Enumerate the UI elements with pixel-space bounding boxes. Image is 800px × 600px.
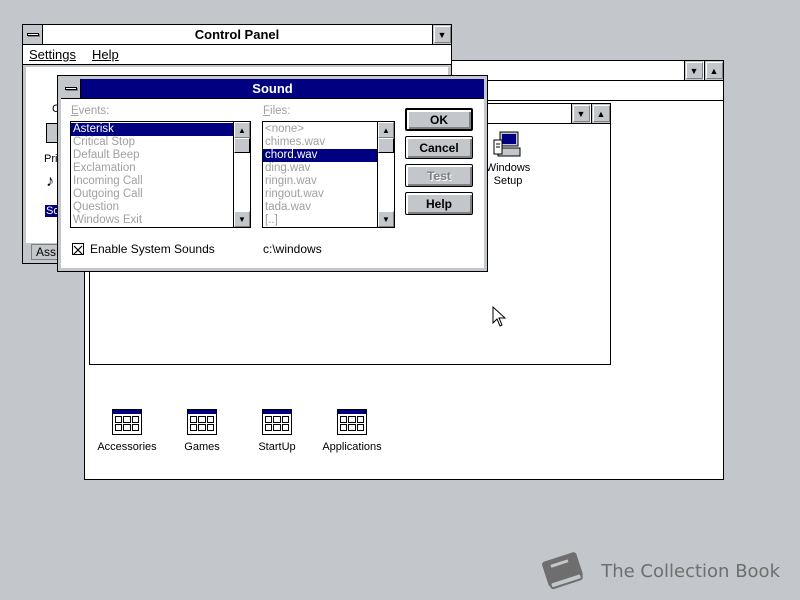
main-group-minimize-button[interactable]: ▼ [571,104,590,123]
status-text-partial: Ass [36,245,57,259]
files-list-item[interactable]: ringin.wav [263,175,377,188]
windows-setup-label: Windows Setup [485,162,531,187]
games-group-label[interactable]: Games [168,441,236,453]
cancel-button[interactable]: Cancel [405,136,473,159]
menu-help[interactable]: Help [92,47,119,62]
files-listbox[interactable]: <none> chimes.wav chord.wav ding.wav ringin.… [262,121,395,228]
minimize-button[interactable]: ▼ [684,61,703,80]
events-list-item[interactable]: Exclamation [71,162,233,175]
accessories-group-label[interactable]: Accessories [93,441,161,453]
files-list-item[interactable]: ringout.wav [263,188,377,201]
menu-settings[interactable]: Settings [29,47,76,62]
enable-sounds-checkbox[interactable] [72,243,84,255]
files-list-item[interactable]: ding.wav [263,162,377,175]
events-list-item[interactable]: Asterisk [71,123,233,136]
events-list-item[interactable]: Incoming Call [71,175,233,188]
events-scroll-thumb[interactable] [234,138,250,153]
events-scroll-down-button[interactable]: ▼ [234,211,250,227]
events-list-item[interactable]: Question [71,201,233,214]
ok-button[interactable]: OK [405,108,473,131]
applications-group-label[interactable]: Applications [318,441,386,453]
main-group-maximize-button[interactable]: ▲ [591,104,610,123]
mouse-cursor-icon [492,305,508,331]
accessories-group-icon[interactable] [112,409,142,435]
applications-group-icon[interactable] [337,409,367,435]
events-listbox[interactable]: Asterisk Critical Stop Default Beep Exclama… [70,121,251,228]
events-scroll-up-button[interactable]: ▲ [234,122,250,138]
sound-path-text: c:\windows [263,242,322,256]
control-panel-titlebar[interactable]: Control Panel ▼ [23,25,451,45]
files-scroll-down-button[interactable]: ▼ [378,211,394,227]
events-list-item[interactable]: Default Beep [71,149,233,162]
test-button[interactable]: Test [405,164,473,187]
enable-sounds-label[interactable]: Enable System Sounds [90,242,215,256]
windows-setup-icon[interactable] [492,130,524,162]
files-scroll-up-button[interactable]: ▲ [378,122,394,138]
sound-dialog-title: Sound [252,81,293,96]
events-label: Events: [71,105,110,117]
sound-dialog: Sound Events: Asterisk Critical Stop Defau… [57,75,488,272]
files-label: Files: [263,105,291,117]
book-icon [542,552,584,590]
files-list-item[interactable]: chimes.wav [263,136,377,149]
events-list-item[interactable]: Windows Exit [71,214,233,227]
events-list-item[interactable]: Outgoing Call [71,188,233,201]
watermark: The Collection Book [537,548,780,594]
startup-group-icon[interactable] [262,409,292,435]
control-panel-title: Control Panel [194,27,280,42]
help-button[interactable]: Help [405,192,473,215]
sound-icon[interactable]: ♪ [46,173,54,191]
control-panel-minimize-button[interactable]: ▼ [432,25,451,44]
events-scrollbar[interactable]: ▲ ▼ [233,122,250,227]
control-panel-system-menu-icon[interactable] [23,25,43,44]
sound-dialog-titlebar[interactable]: Sound [61,79,484,99]
files-list-item[interactable]: [..] [263,214,377,227]
startup-group-label[interactable]: StartUp [243,441,311,453]
files-scroll-thumb[interactable] [378,138,394,153]
checkmark-icon [73,245,83,255]
sound-system-menu-icon[interactable] [61,79,81,98]
files-list-item[interactable]: chord.wav [263,149,377,162]
watermark-text: The Collection Book [601,560,780,582]
control-panel-menubar: Settings Help [23,45,451,65]
events-list-item[interactable]: Critical Stop [71,136,233,149]
games-group-icon[interactable] [187,409,217,435]
files-scrollbar[interactable]: ▲ ▼ [377,122,394,227]
files-list-item[interactable]: <none> [263,123,377,136]
files-list-item[interactable]: tada.wav [263,201,377,214]
maximize-button[interactable]: ▲ [704,61,723,80]
